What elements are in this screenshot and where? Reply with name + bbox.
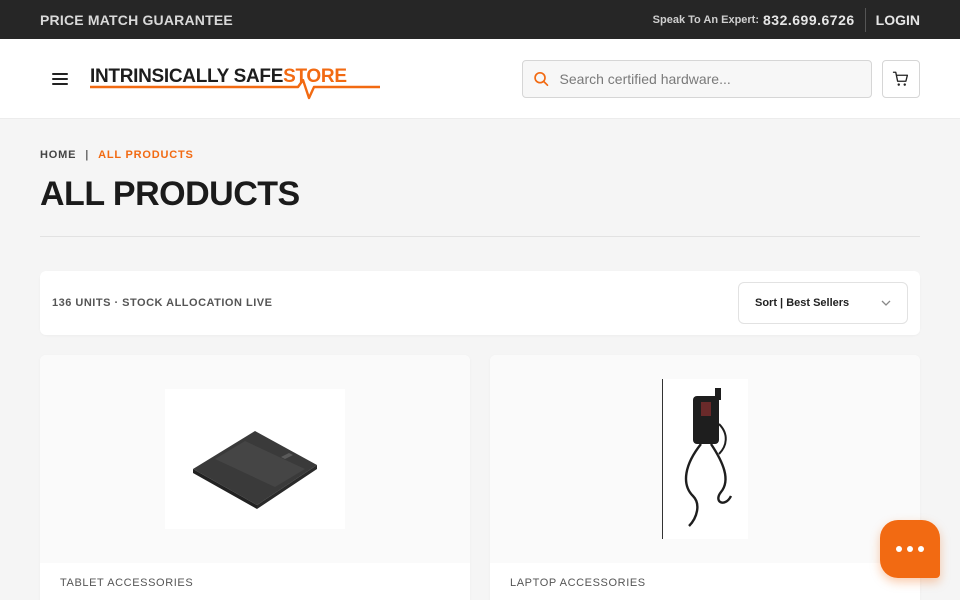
product-image-area[interactable]	[40, 355, 470, 563]
top-bar: PRICE MATCH GUARANTEE Speak To An Expert…	[0, 0, 960, 39]
results-toolbar: 136 UNITS · STOCK ALLOCATION LIVE Sort |…	[40, 271, 920, 335]
topbar-right: Speak To An Expert: 832.699.6726 LOGIN	[653, 0, 920, 39]
chat-button[interactable]	[880, 520, 940, 578]
breadcrumb-current: ALL PRODUCTS	[98, 149, 194, 161]
main-content: HOME | ALL PRODUCTS ALL PRODUCTS 136 UNI…	[0, 149, 960, 600]
sort-label: Sort | Best Sellers	[755, 297, 850, 309]
login-link[interactable]: LOGIN	[876, 12, 920, 28]
search-input[interactable]	[559, 70, 861, 87]
power-adapter-image	[684, 388, 732, 527]
product-grid: TABLET ACCESSORIES LAPTOP ACCESSORIES	[40, 355, 920, 600]
hamburger-icon[interactable]	[52, 72, 68, 85]
logo-pulse-line	[90, 78, 380, 99]
expert-label: Speak To An Expert:	[652, 13, 760, 26]
breadcrumb: HOME | ALL PRODUCTS	[40, 149, 920, 161]
topbar-divider	[864, 7, 866, 32]
product-image-battery[interactable]	[165, 389, 345, 529]
product-card[interactable]: TABLET ACCESSORIES	[40, 355, 470, 600]
product-image-area[interactable]	[490, 355, 920, 563]
chat-icon-dot	[918, 546, 924, 552]
breadcrumb-separator: |	[85, 149, 90, 161]
page-title: ALL PRODUCTS	[40, 175, 300, 213]
results-count: 136 UNITS · STOCK ALLOCATION LIVE	[52, 297, 273, 309]
sort-dropdown[interactable]: Sort | Best Sellers	[738, 282, 908, 324]
cart-button[interactable]	[882, 59, 920, 98]
site-header: INTRINSICALLY SAFESTORE	[0, 39, 960, 119]
chat-icon	[896, 546, 902, 552]
phone-link[interactable]: 832.699.6726	[763, 12, 855, 28]
battery-pack-image	[193, 431, 317, 509]
breadcrumb-home[interactable]: HOME	[40, 149, 76, 161]
product-card[interactable]: LAPTOP ACCESSORIES	[490, 355, 920, 600]
product-image-adapter[interactable]	[662, 379, 748, 539]
site-logo[interactable]: INTRINSICALLY SAFESTORE	[90, 59, 380, 99]
cart-icon	[892, 71, 909, 86]
chat-icon-dot	[907, 546, 913, 552]
chevron-down-icon	[881, 300, 891, 306]
price-match-banner[interactable]: PRICE MATCH GUARANTEE	[40, 12, 233, 28]
search-box[interactable]	[522, 59, 872, 98]
search-icon	[534, 71, 549, 86]
product-category: LAPTOP ACCESSORIES	[510, 577, 646, 589]
product-category: TABLET ACCESSORIES	[60, 577, 194, 589]
title-divider	[40, 236, 920, 237]
